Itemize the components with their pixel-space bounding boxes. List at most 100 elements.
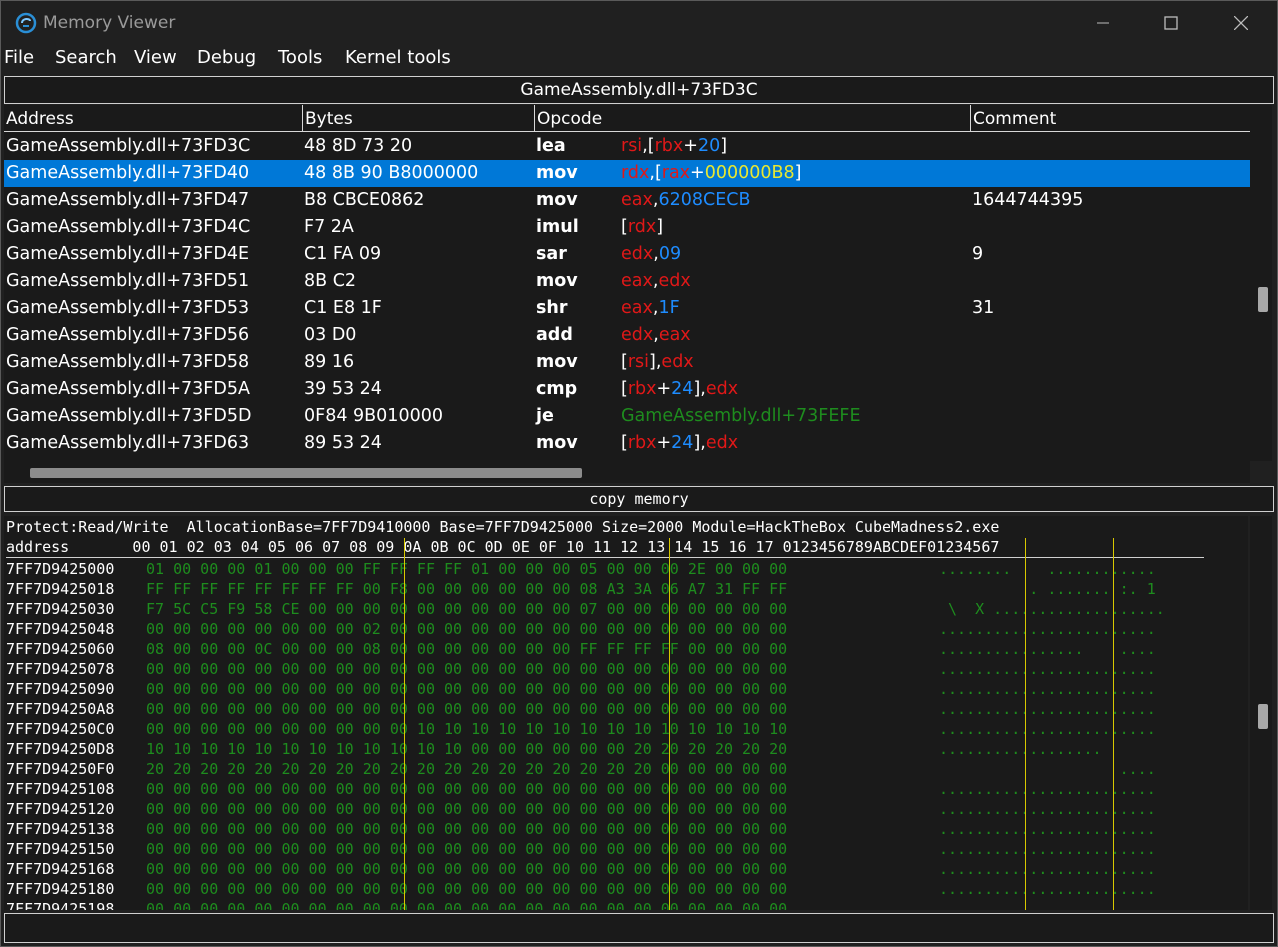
menu-file[interactable]: File	[4, 47, 34, 68]
copy-memory-button[interactable]: copy memory	[4, 486, 1274, 512]
disasm-row[interactable]: GameAssembly.dll+73FD5A 39 53 24 cmp [rbx+2…	[4, 376, 1250, 403]
disassembler-vertical-scrollbar[interactable]	[1250, 105, 1272, 461]
hex-row[interactable]: 7FF7D9425138 00 00 00 00 00 00 00 00 00 0…	[4, 820, 1248, 840]
hex-bytes[interactable]: 20 20 20 20 20 20 20 20 20 20 20 20 20 2…	[146, 760, 787, 778]
disasm-row[interactable]: GameAssembly.dll+73FD53 C1 E8 1F shr eax,1F…	[4, 295, 1250, 322]
hex-row[interactable]: 7FF7D9425120 00 00 00 00 00 00 00 00 00 0…	[4, 800, 1248, 820]
hex-bytes[interactable]: 00 00 00 00 00 00 00 00 00 00 00 00 00 0…	[146, 900, 787, 910]
maximize-icon	[1164, 16, 1178, 30]
column-header-comment[interactable]: Comment	[971, 105, 1250, 132]
hex-row[interactable]: 7FF7D94250A8 00 00 00 00 00 00 00 00 00 0…	[4, 700, 1248, 720]
hex-row[interactable]: 7FF7D9425030 F7 5C C5 F9 58 CE 00 00 00 0…	[4, 600, 1248, 620]
disasm-mnemonic: je	[536, 406, 554, 426]
disasm-row[interactable]: GameAssembly.dll+73FD4C F7 2A imul [rdx]	[4, 214, 1250, 241]
disasm-row[interactable]: GameAssembly.dll+73FD47 B8 CBCE0862 mov eax…	[4, 187, 1250, 214]
hex-column-separator	[404, 538, 405, 910]
disassembler-horizontal-scrollbar[interactable]	[4, 461, 1250, 483]
hex-bytes[interactable]: 01 00 00 00 01 00 00 00 FF FF FF FF 01 0…	[146, 560, 787, 578]
hex-bytes[interactable]: 00 00 00 00 00 00 00 00 00 00 00 00 00 0…	[146, 680, 787, 698]
disasm-row[interactable]: GameAssembly.dll+73FD3C 48 8D 73 20 lea rsi…	[4, 133, 1250, 160]
operand-token: GameAssembly.dll+73FEFE	[621, 406, 861, 426]
address-display[interactable]: GameAssembly.dll+73FD3C	[4, 76, 1274, 104]
operand-token: [	[621, 433, 628, 453]
disasm-mnemonic: imul	[536, 217, 579, 237]
hex-row[interactable]: 7FF7D9425180 00 00 00 00 00 00 00 00 00 0…	[4, 880, 1248, 900]
hex-bytes[interactable]: 00 00 00 00 00 00 00 00 02 00 00 00 00 0…	[146, 620, 787, 638]
disasm-row[interactable]: GameAssembly.dll+73FD63 89 53 24 mov [rbx+2…	[4, 430, 1250, 457]
menu-tools[interactable]: Tools	[278, 47, 322, 68]
hex-ascii[interactable]: ........................	[939, 880, 1156, 898]
hex-row[interactable]: 7FF7D9425090 00 00 00 00 00 00 00 00 00 0…	[4, 680, 1248, 700]
menu-view[interactable]: View	[134, 47, 177, 68]
disassembler-view[interactable]: Address Bytes Opcode Comment GameAssembl…	[4, 105, 1250, 461]
hex-ascii[interactable]: ........................	[939, 840, 1156, 858]
disasm-row[interactable]: GameAssembly.dll+73FD51 8B C2 mov eax,edx	[4, 268, 1250, 295]
disasm-bytes: C1 E8 1F	[304, 298, 382, 318]
hex-bytes[interactable]: 08 00 00 00 0C 00 00 00 08 00 00 00 00 0…	[146, 640, 787, 658]
hex-bytes[interactable]: 00 00 00 00 00 00 00 00 00 00 10 10 10 1…	[146, 720, 787, 738]
hex-ascii[interactable]: ........................	[939, 700, 1156, 718]
column-header-opcode[interactable]: Opcode	[535, 105, 971, 132]
hex-bytes[interactable]: F7 5C C5 F9 58 CE 00 00 00 00 00 00 00 0…	[146, 600, 787, 618]
hex-bytes[interactable]: FF FF FF FF FF FF FF FF 00 F8 00 00 00 0…	[146, 580, 787, 598]
hex-row[interactable]: 7FF7D9425108 00 00 00 00 00 00 00 00 00 0…	[4, 780, 1248, 800]
title-bar[interactable]: Memory Viewer	[1, 1, 1277, 45]
hex-ascii[interactable]: ........................	[939, 780, 1156, 798]
hex-row[interactable]: 7FF7D9425018 FF FF FF FF FF FF FF FF 00 F…	[4, 580, 1248, 600]
hex-vertical-scrollbar[interactable]	[1250, 516, 1272, 910]
operand-token: edx	[621, 244, 654, 264]
hex-bytes[interactable]: 00 00 00 00 00 00 00 00 00 00 00 00 00 0…	[146, 840, 787, 858]
hex-ascii[interactable]: ....	[939, 760, 1156, 778]
hex-row[interactable]: 7FF7D9425060 08 00 00 00 0C 00 00 00 08 0…	[4, 640, 1248, 660]
disasm-row-selected[interactable]: GameAssembly.dll+73FD40 48 8B 90 B8000000…	[4, 160, 1250, 187]
column-header-address[interactable]: Address	[4, 105, 303, 132]
hex-bytes[interactable]: 00 00 00 00 00 00 00 00 00 00 00 00 00 0…	[146, 700, 787, 718]
disasm-row[interactable]: GameAssembly.dll+73FD58 89 16 mov [rsi],edx	[4, 349, 1250, 376]
hex-ascii[interactable]: ........ ............	[939, 560, 1156, 578]
hex-row[interactable]: 7FF7D9425150 00 00 00 00 00 00 00 00 00 0…	[4, 840, 1248, 860]
menu-search[interactable]: Search	[55, 47, 117, 68]
hex-ascii[interactable]: ........................	[939, 680, 1156, 698]
hex-ascii[interactable]: . ....... :. 1	[939, 580, 1174, 598]
hex-bytes[interactable]: 00 00 00 00 00 00 00 00 00 00 00 00 00 0…	[146, 800, 787, 818]
hex-ascii[interactable]: ........................	[939, 860, 1156, 878]
hex-bytes[interactable]: 00 00 00 00 00 00 00 00 00 00 00 00 00 0…	[146, 860, 787, 878]
disassembler-horizontal-scroll-thumb[interactable]	[30, 468, 582, 478]
hex-ascii[interactable]: \ X ...................	[939, 600, 1165, 618]
close-button[interactable]	[1207, 1, 1275, 45]
minimize-button[interactable]	[1069, 1, 1137, 45]
disasm-addr: GameAssembly.dll+73FD53	[6, 298, 250, 318]
hex-bytes[interactable]: 00 00 00 00 00 00 00 00 00 00 00 00 00 0…	[146, 660, 787, 678]
disassembler-vertical-scroll-thumb[interactable]	[1258, 287, 1268, 312]
disasm-row[interactable]: GameAssembly.dll+73FD56 03 D0 add edx,eax	[4, 322, 1250, 349]
hex-ascii[interactable]: ........................	[939, 820, 1156, 838]
hex-row[interactable]: 7FF7D9425000 01 00 00 00 01 00 00 00 FF F…	[4, 560, 1248, 580]
hex-ascii[interactable]: ........................	[939, 900, 1156, 910]
disasm-row[interactable]: GameAssembly.dll+73FD5D 0F84 9B010000 je Ga…	[4, 403, 1250, 430]
hex-address: 7FF7D9425048	[6, 620, 115, 638]
hex-ascii[interactable]: ........................	[939, 800, 1156, 818]
menu-debug[interactable]: Debug	[197, 47, 256, 68]
hex-ascii[interactable]: ................ ....	[939, 640, 1156, 658]
hex-vertical-scroll-thumb[interactable]	[1258, 704, 1268, 729]
hex-bytes[interactable]: 10 10 10 10 10 10 10 10 10 10 10 10 00 0…	[146, 740, 787, 758]
disasm-row[interactable]: GameAssembly.dll+73FD4E C1 FA 09 sar edx,09…	[4, 241, 1250, 268]
hex-ascii[interactable]: ..................	[939, 740, 1156, 758]
hex-row[interactable]: 7FF7D94250C0 00 00 00 00 00 00 00 00 00 0…	[4, 720, 1248, 740]
column-header-bytes[interactable]: Bytes	[303, 105, 535, 132]
hex-view[interactable]: Protect:Read/Write AllocationBase=7FF7D9…	[4, 516, 1248, 910]
hex-row[interactable]: 7FF7D9425198 00 00 00 00 00 00 00 00 00 0…	[4, 900, 1248, 910]
menu-kernel-tools[interactable]: Kernel tools	[345, 47, 451, 68]
hex-ascii[interactable]: ........................	[939, 620, 1156, 638]
hex-ascii[interactable]: ........................	[939, 660, 1156, 678]
hex-row[interactable]: 7FF7D94250F0 20 20 20 20 20 20 20 20 20 2…	[4, 760, 1248, 780]
hex-ascii[interactable]: ........................	[939, 720, 1156, 738]
maximize-button[interactable]	[1137, 1, 1205, 45]
hex-bytes[interactable]: 00 00 00 00 00 00 00 00 00 00 00 00 00 0…	[146, 820, 787, 838]
hex-bytes[interactable]: 00 00 00 00 00 00 00 00 00 00 00 00 00 0…	[146, 880, 787, 898]
hex-row[interactable]: 7FF7D9425168 00 00 00 00 00 00 00 00 00 0…	[4, 860, 1248, 880]
hex-row[interactable]: 7FF7D9425078 00 00 00 00 00 00 00 00 00 0…	[4, 660, 1248, 680]
hex-row[interactable]: 7FF7D94250D8 10 10 10 10 10 10 10 10 10 1…	[4, 740, 1248, 760]
hex-bytes[interactable]: 00 00 00 00 00 00 00 00 00 00 00 00 00 0…	[146, 780, 787, 798]
hex-row[interactable]: 7FF7D9425048 00 00 00 00 00 00 00 00 02 0…	[4, 620, 1248, 640]
